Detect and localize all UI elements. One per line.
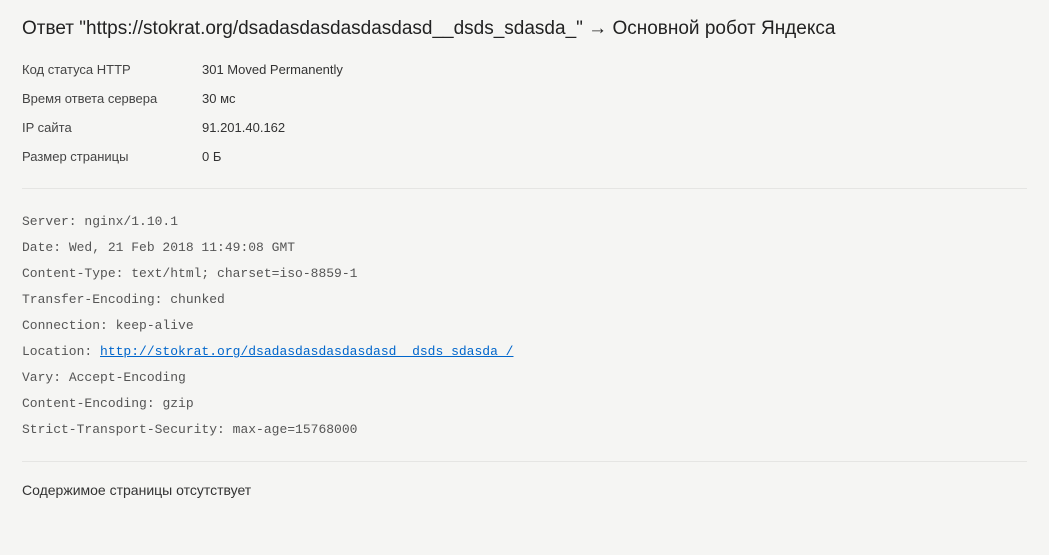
header-server: Server: nginx/1.10.1 [22,209,1027,235]
header-location-link[interactable]: http://stokrat.org/dsadasdasdasdasdasd__… [100,344,513,359]
header-content-type: Content-Type: text/html; charset=iso-885… [22,261,1027,287]
info-label-ip: IP сайта [22,120,202,135]
header-server-value: nginx/1.10.1 [84,214,178,229]
page-title: Ответ "https://stokrat.org/dsadasdasdasd… [22,18,1027,40]
header-date: Date: Wed, 21 Feb 2018 11:49:08 GMT [22,235,1027,261]
header-content-type-key: Content-Type: [22,266,131,281]
info-label-status: Код статуса HTTP [22,62,202,77]
header-server-key: Server: [22,214,84,229]
title-url: https://stokrat.org/dsadasdasdasdasdasd_… [86,18,576,39]
header-connection: Connection: keep-alive [22,313,1027,339]
header-vary: Vary: Accept-Encoding [22,365,1027,391]
header-content-encoding-key: Content-Encoding: [22,396,162,411]
http-headers-block: Server: nginx/1.10.1 Date: Wed, 21 Feb 2… [22,209,1027,443]
title-suffix: " → Основной робот Яндекса [576,18,835,39]
header-connection-value: keep-alive [116,318,194,333]
header-sts-key: Strict-Transport-Security: [22,422,233,437]
info-label-response-time: Время ответа сервера [22,91,202,106]
header-vary-key: Vary: [22,370,69,385]
info-row-page-size: Размер страницы 0 Б [22,149,1027,164]
footer-content-missing: Содержимое страницы отсутствует [22,482,1027,498]
info-label-page-size: Размер страницы [22,149,202,164]
header-content-encoding: Content-Encoding: gzip [22,391,1027,417]
header-location: Location: http://stokrat.org/dsadasdasda… [22,339,1027,365]
header-location-key: Location: [22,344,100,359]
header-content-type-value: text/html; charset=iso-8859-1 [131,266,357,281]
info-row-response-time: Время ответа сервера 30 мс [22,91,1027,106]
divider-bottom [22,461,1027,462]
info-value-response-time: 30 мс [202,91,236,106]
info-row-ip: IP сайта 91.201.40.162 [22,120,1027,135]
header-date-value: Wed, 21 Feb 2018 11:49:08 GMT [69,240,295,255]
header-connection-key: Connection: [22,318,116,333]
divider-top [22,188,1027,189]
header-date-key: Date: [22,240,69,255]
header-transfer-encoding-key: Transfer-Encoding: [22,292,170,307]
header-transfer-encoding-value: chunked [170,292,225,307]
info-row-status: Код статуса HTTP 301 Moved Permanently [22,62,1027,77]
header-content-encoding-value: gzip [162,396,193,411]
info-value-ip: 91.201.40.162 [202,120,285,135]
header-vary-value: Accept-Encoding [69,370,186,385]
info-value-status: 301 Moved Permanently [202,62,343,77]
header-sts-value: max-age=15768000 [233,422,358,437]
info-table: Код статуса HTTP 301 Moved Permanently В… [22,62,1027,164]
header-transfer-encoding: Transfer-Encoding: chunked [22,287,1027,313]
info-value-page-size: 0 Б [202,149,221,164]
header-sts: Strict-Transport-Security: max-age=15768… [22,417,1027,443]
title-prefix: Ответ " [22,18,86,39]
